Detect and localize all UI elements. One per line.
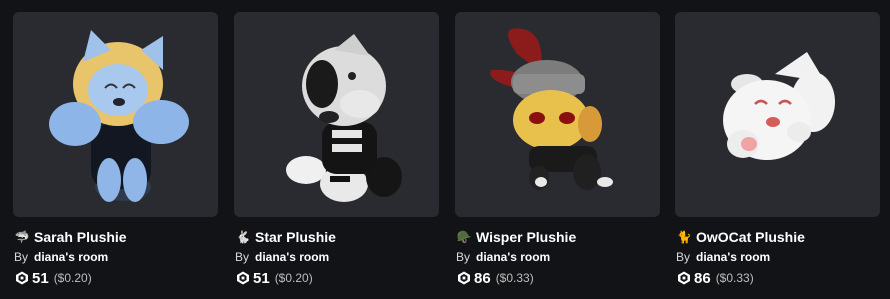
helmet-icon: 🪖 (456, 230, 472, 244)
item-title[interactable]: 🐇 Star Plushie (235, 227, 440, 247)
robux-icon (237, 271, 249, 285)
owocat-plushie-image (723, 52, 835, 160)
item-name[interactable]: Star Plushie (255, 229, 336, 245)
by-label: By (235, 250, 250, 264)
price-line: 51 ($0.20) (236, 267, 313, 289)
shark-icon: 🦈 (14, 230, 30, 244)
item-title[interactable]: 🦈 Sarah Plushie (14, 227, 219, 247)
item-thumbnail[interactable] (234, 12, 439, 217)
by-label: By (456, 250, 471, 264)
price-line: 86 ($0.33) (677, 267, 754, 289)
robux-icon (458, 271, 470, 285)
creator-link[interactable]: diana's room (34, 250, 108, 264)
usd-price: ($0.33) (495, 271, 534, 285)
robux-icon (678, 271, 690, 285)
usd-price: ($0.33) (715, 271, 754, 285)
creator-line: By diana's room (235, 250, 329, 266)
item-title[interactable]: 🐈 OwOCat Plushie (676, 227, 881, 247)
price-line: 51 ($0.20) (15, 267, 92, 289)
item-title[interactable]: 🪖 Wisper Plushie (456, 227, 661, 247)
robux-price: 86 (694, 269, 711, 287)
usd-price: ($0.20) (53, 271, 92, 285)
by-label: By (676, 250, 691, 264)
robux-icon (16, 271, 28, 285)
item-name[interactable]: Sarah Plushie (34, 229, 127, 245)
robux-price: 86 (474, 269, 491, 287)
item-name[interactable]: Wisper Plushie (476, 229, 576, 245)
catalog-grid: 🦈 Sarah Plushie By diana's room 51 ($0.20… (0, 0, 890, 299)
usd-price: ($0.20) (274, 271, 313, 285)
creator-link[interactable]: diana's room (255, 250, 329, 264)
star-plushie-image (286, 34, 402, 202)
item-thumbnail[interactable] (13, 12, 218, 217)
item-name[interactable]: OwOCat Plushie (696, 229, 805, 245)
robux-price: 51 (32, 269, 49, 287)
creator-line: By diana's room (456, 250, 550, 266)
robux-price: 51 (253, 269, 270, 287)
item-thumbnail[interactable] (455, 12, 660, 217)
creator-link[interactable]: diana's room (696, 250, 770, 264)
price-line: 86 ($0.33) (457, 267, 534, 289)
item-card-star-plushie[interactable]: 🐇 Star Plushie By diana's room 51 ($0.20) (234, 12, 439, 292)
item-card-owocat-plushie[interactable]: 🐈 OwOCat Plushie By diana's room 86 ($0.3… (675, 12, 880, 292)
sarah-plushie-image (49, 30, 189, 202)
creator-link[interactable]: diana's room (476, 250, 550, 264)
item-card-sarah-plushie[interactable]: 🦈 Sarah Plushie By diana's room 51 ($0.20… (13, 12, 218, 292)
creator-line: By diana's room (14, 250, 108, 266)
creator-line: By diana's room (676, 250, 770, 266)
item-card-wisper-plushie[interactable]: 🪖 Wisper Plushie By diana's room 86 ($0.3… (455, 12, 660, 292)
rabbit-icon: 🐇 (235, 230, 251, 244)
cat-icon: 🐈 (676, 230, 692, 244)
wisper-plushie-image (490, 28, 613, 190)
item-thumbnail[interactable] (675, 12, 880, 217)
by-label: By (14, 250, 29, 264)
